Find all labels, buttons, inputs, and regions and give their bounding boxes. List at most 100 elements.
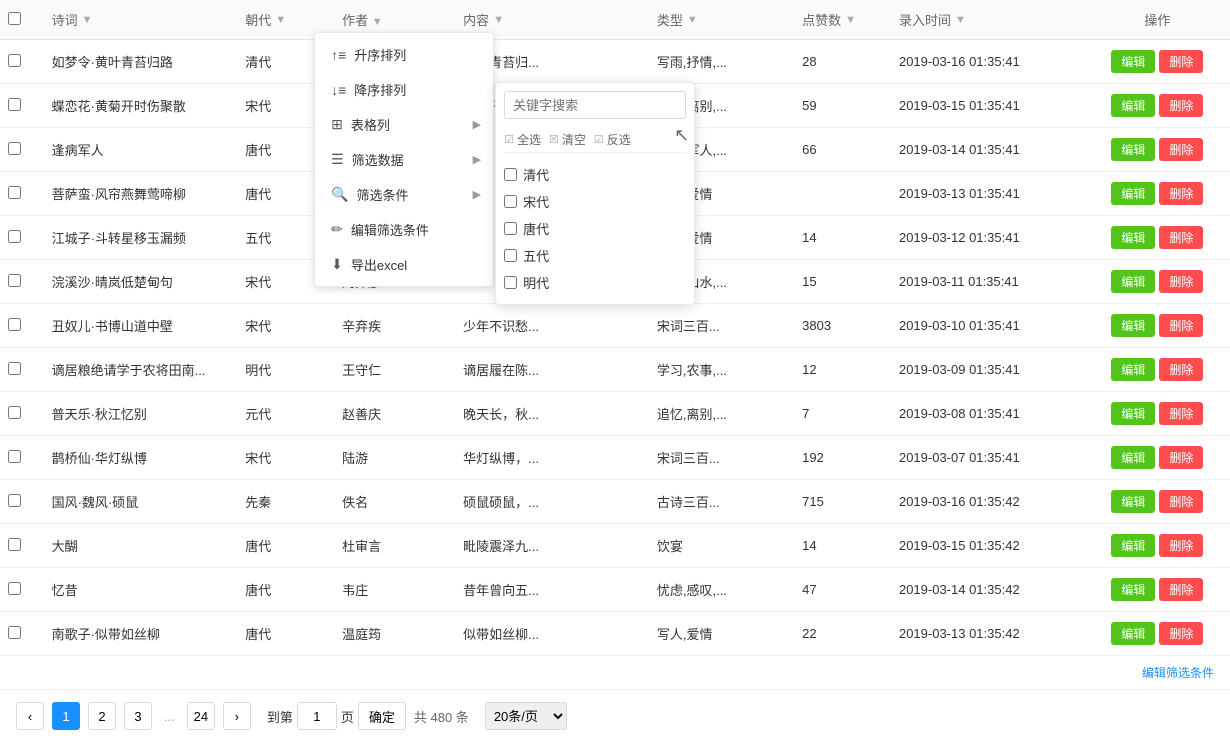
table-row: 如梦令·黄叶青苔归路 清代 黄叶青苔归... 写雨,抒情,... 28 2019…	[0, 40, 1230, 84]
row-checkbox-0[interactable]	[8, 54, 21, 67]
delete-btn-11[interactable]: 删除	[1159, 534, 1203, 557]
filter-option-tangdai[interactable]: 唐代	[504, 215, 686, 242]
page-3-btn[interactable]: 3	[124, 702, 152, 730]
sort-desc-item[interactable]: ↓≡ 降序排列	[315, 72, 493, 107]
author-filter-icon[interactable]: ▼	[372, 16, 383, 28]
dynasty-header-cell[interactable]: 朝代 ▼	[245, 10, 326, 29]
row-checkbox-2[interactable]	[8, 142, 21, 155]
delete-btn-2[interactable]: 删除	[1159, 138, 1203, 161]
filter-option-songdai[interactable]: 宋代	[504, 188, 686, 215]
edit-btn-5[interactable]: 编辑	[1111, 270, 1155, 293]
delete-btn-0[interactable]: 删除	[1159, 50, 1203, 73]
export-excel-item[interactable]: ⬇ 导出excel	[315, 247, 493, 282]
likes-filter-icon[interactable]: ▼	[845, 14, 856, 26]
filter-check-qingdai[interactable]	[504, 168, 517, 181]
edit-btn-7[interactable]: 编辑	[1111, 358, 1155, 381]
delete-btn-1[interactable]: 删除	[1159, 94, 1203, 117]
row-checkbox-1[interactable]	[8, 98, 21, 111]
filter-select-all-btn[interactable]: 全选	[517, 131, 541, 148]
row-checkbox-13[interactable]	[8, 626, 21, 639]
edit-btn-13[interactable]: 编辑	[1111, 622, 1155, 645]
row-checkbox-6[interactable]	[8, 318, 21, 331]
delete-btn-4[interactable]: 删除	[1159, 226, 1203, 249]
filter-label-songdai: 宋代	[523, 192, 549, 211]
delete-btn-5[interactable]: 删除	[1159, 270, 1203, 293]
row-checkbox-7[interactable]	[8, 362, 21, 375]
author-header-cell[interactable]: 作者 ▼	[342, 10, 383, 29]
prev-page-btn[interactable]: ‹	[16, 702, 44, 730]
filter-condition-label: 筛选条件	[357, 185, 409, 204]
edit-btn-2[interactable]: 编辑	[1111, 138, 1155, 161]
filter-option-wudai[interactable]: 五代	[504, 242, 686, 269]
ops-cell-7: 编辑 删除	[1093, 358, 1222, 381]
goto-confirm-btn[interactable]: 确定	[358, 702, 406, 730]
filter-check-songdai[interactable]	[504, 195, 517, 208]
goto-input[interactable]	[297, 702, 337, 730]
edit-btn-8[interactable]: 编辑	[1111, 402, 1155, 425]
dynasty-filter-icon[interactable]: ▼	[275, 14, 286, 26]
content-header-cell[interactable]: 内容 ▼	[463, 10, 641, 29]
edit-btn-9[interactable]: 编辑	[1111, 446, 1155, 469]
filter-search-input[interactable]	[504, 91, 686, 119]
page-1-btn[interactable]: 1	[52, 702, 80, 730]
delete-btn-13[interactable]: 删除	[1159, 622, 1203, 645]
delete-btn-12[interactable]: 删除	[1159, 578, 1203, 601]
per-page-select[interactable]: 10条/页 20条/页 50条/页 100条/页	[485, 702, 567, 730]
row-checkbox-8[interactable]	[8, 406, 21, 419]
delete-btn-6[interactable]: 删除	[1159, 314, 1203, 337]
delete-btn-3[interactable]: 删除	[1159, 182, 1203, 205]
check-all-checkbox[interactable]	[8, 12, 21, 25]
delete-btn-9[interactable]: 删除	[1159, 446, 1203, 469]
row-checkbox-12[interactable]	[8, 582, 21, 595]
table-cols-item[interactable]: ⊞ 表格列 ▶	[315, 107, 493, 142]
row-checkbox-11[interactable]	[8, 538, 21, 551]
filter-check-wudai[interactable]	[504, 249, 517, 262]
filter-data-item[interactable]: ☰ 筛选数据 ▶ ☑ 全选	[315, 142, 493, 177]
time-header-cell[interactable]: 录入时间 ▼	[899, 10, 1077, 29]
sort-asc-item[interactable]: ↑≡ 升序排列	[315, 37, 493, 72]
edit-btn-6[interactable]: 编辑	[1111, 314, 1155, 337]
footer-edit-filter-link[interactable]: 编辑筛选条件	[0, 656, 1230, 689]
filter-check-mingdai[interactable]	[504, 276, 517, 289]
filter-condition-item[interactable]: 🔍 筛选条件 ▶	[315, 177, 493, 212]
filter-option-mingdai[interactable]: 明代	[504, 269, 686, 296]
title-filter-icon[interactable]: ▼	[82, 14, 93, 26]
row-dynasty-12: 唐代	[237, 568, 334, 612]
row-checkbox-5[interactable]	[8, 274, 21, 287]
delete-btn-8[interactable]: 删除	[1159, 402, 1203, 425]
row-ops-8: 编辑 删除	[1085, 392, 1230, 436]
row-title-11: 大醐	[44, 524, 238, 568]
row-checkbox-10[interactable]	[8, 494, 21, 507]
edit-btn-12[interactable]: 编辑	[1111, 578, 1155, 601]
sort-asc-icon: ↑≡	[331, 47, 346, 63]
page-2-btn[interactable]: 2	[88, 702, 116, 730]
filter-option-qingdai[interactable]: 清代	[504, 161, 686, 188]
filter-actions-bar: ☑ 全选 ☒ 清空 ☑ 反选	[504, 127, 686, 153]
edit-btn-10[interactable]: 编辑	[1111, 490, 1155, 513]
filter-clear-btn[interactable]: 清空	[562, 131, 586, 148]
row-checkbox-3[interactable]	[8, 186, 21, 199]
next-page-btn[interactable]: ›	[223, 702, 251, 730]
edit-btn-0[interactable]: 编辑	[1111, 50, 1155, 73]
title-header-cell[interactable]: 诗词 ▼	[52, 10, 230, 29]
row-type-8: 追忆,离别,...	[649, 392, 794, 436]
edit-btn-3[interactable]: 编辑	[1111, 182, 1155, 205]
edit-btn-11[interactable]: 编辑	[1111, 534, 1155, 557]
type-header-cell[interactable]: 类型 ▼	[657, 10, 786, 29]
filter-invert-btn[interactable]: 反选	[607, 131, 631, 148]
edit-btn-4[interactable]: 编辑	[1111, 226, 1155, 249]
delete-btn-10[interactable]: 删除	[1159, 490, 1203, 513]
filter-check-tangdai[interactable]	[504, 222, 517, 235]
delete-btn-7[interactable]: 删除	[1159, 358, 1203, 381]
row-likes-10: 715	[794, 480, 891, 524]
time-filter-icon[interactable]: ▼	[955, 14, 966, 26]
row-time-10: 2019-03-16 01:35:42	[891, 480, 1085, 524]
edit-filter-item[interactable]: ✏ 编辑筛选条件	[315, 212, 493, 247]
type-filter-icon[interactable]: ▼	[687, 14, 698, 26]
row-checkbox-4[interactable]	[8, 230, 21, 243]
row-checkbox-9[interactable]	[8, 450, 21, 463]
content-filter-icon[interactable]: ▼	[493, 14, 504, 26]
edit-btn-1[interactable]: 编辑	[1111, 94, 1155, 117]
likes-header-cell[interactable]: 点赞数 ▼	[802, 10, 883, 29]
page-24-btn[interactable]: 24	[187, 702, 215, 730]
